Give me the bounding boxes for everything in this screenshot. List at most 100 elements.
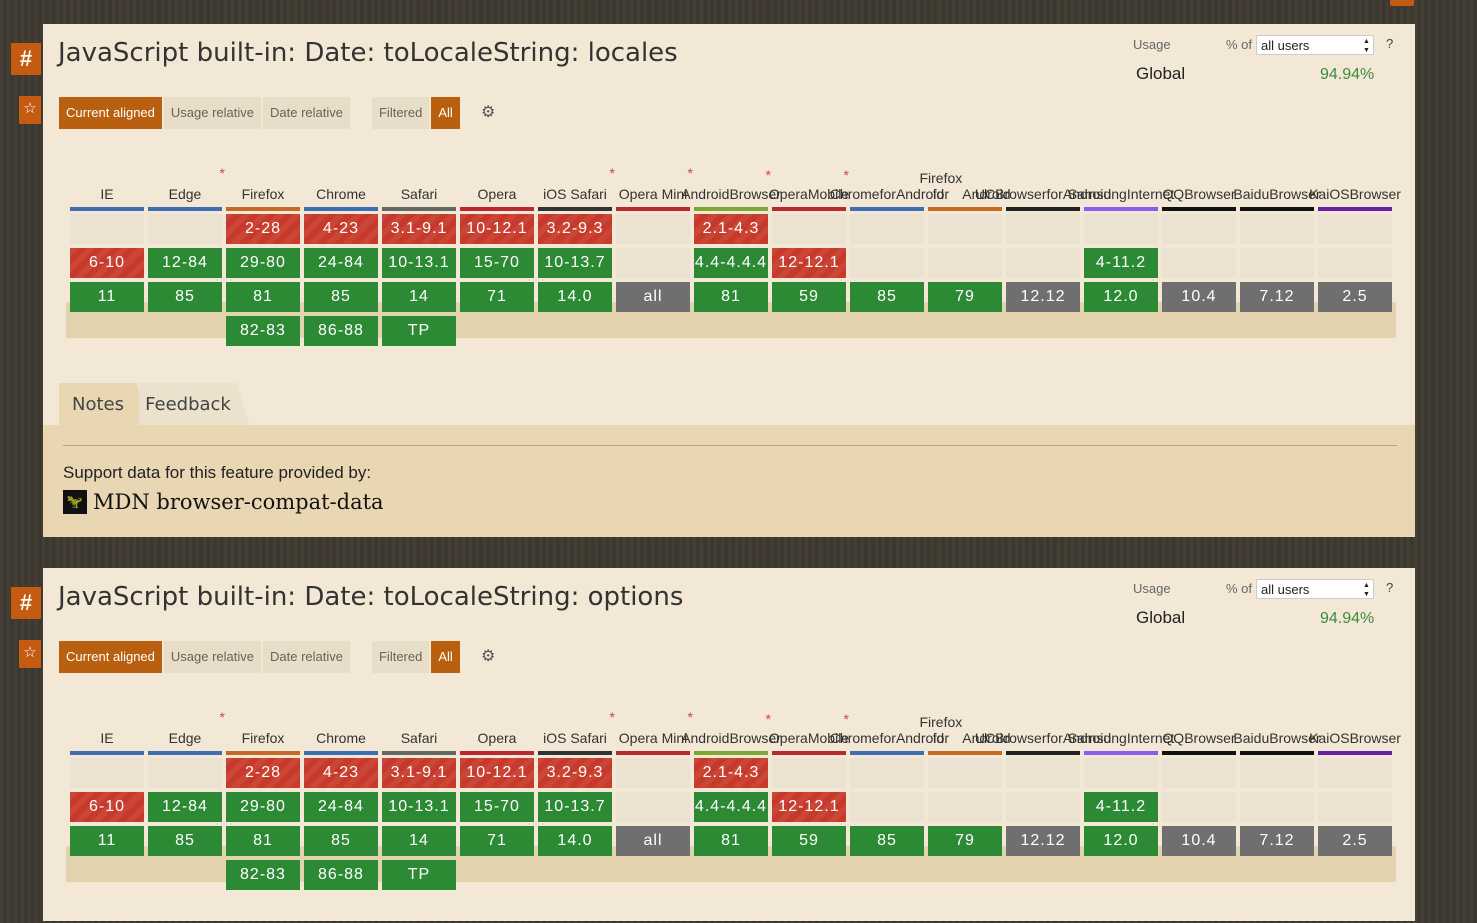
support-cell[interactable]: all bbox=[616, 826, 690, 856]
users-select[interactable]: all users ▲▼ bbox=[1256, 579, 1374, 599]
browser-header[interactable]: Samsung Internet bbox=[1068, 144, 1175, 202]
support-cell[interactable]: 10.4 bbox=[1162, 282, 1236, 312]
browser-header[interactable]: Android Browser bbox=[681, 688, 781, 746]
support-cell[interactable]: 2-28 bbox=[226, 758, 300, 788]
current-aligned-button[interactable]: Current aligned bbox=[59, 641, 162, 673]
support-cell[interactable] bbox=[1318, 792, 1392, 822]
filtered-button[interactable]: Filtered bbox=[371, 97, 430, 129]
support-cell[interactable]: 12.0 bbox=[1084, 826, 1158, 856]
browser-header[interactable]: Edge bbox=[148, 688, 222, 746]
support-cell[interactable]: 4-11.2 bbox=[1084, 248, 1158, 278]
support-cell[interactable]: 7.12 bbox=[1240, 826, 1314, 856]
support-cell[interactable]: 85 bbox=[148, 282, 222, 312]
support-cell[interactable]: 14 bbox=[382, 826, 456, 856]
support-cell[interactable] bbox=[148, 758, 222, 788]
support-cell[interactable]: 6-10 bbox=[70, 248, 144, 278]
support-cell[interactable]: 2.1-4.3 bbox=[694, 214, 768, 244]
support-cell[interactable]: 2.1-4.3 bbox=[694, 758, 768, 788]
tab-feedback[interactable]: Feedback bbox=[139, 383, 249, 425]
bookmark-star-icon[interactable]: ☆ bbox=[19, 640, 41, 668]
support-cell[interactable]: 10-13.1 bbox=[382, 792, 456, 822]
browser-header[interactable]: iOS Safari bbox=[538, 688, 612, 746]
support-cell[interactable] bbox=[1240, 792, 1314, 822]
support-cell[interactable]: 10-12.1 bbox=[460, 758, 534, 788]
support-cell[interactable]: 85 bbox=[304, 826, 378, 856]
support-cell[interactable]: 11 bbox=[70, 282, 144, 312]
support-cell[interactable]: 2.5 bbox=[1318, 826, 1392, 856]
support-cell[interactable] bbox=[850, 792, 924, 822]
settings-gear-icon[interactable]: ⚙ bbox=[481, 102, 495, 122]
support-cell[interactable]: 12-12.1 bbox=[772, 792, 846, 822]
support-cell[interactable] bbox=[1162, 214, 1236, 244]
bookmark-star-icon[interactable]: ☆ bbox=[19, 96, 41, 124]
support-cell[interactable]: 15-70 bbox=[460, 248, 534, 278]
permalink-hash-button[interactable]: # bbox=[11, 587, 41, 619]
support-cell[interactable] bbox=[70, 214, 144, 244]
support-cell[interactable]: 29-80 bbox=[226, 248, 300, 278]
support-cell[interactable]: 81 bbox=[694, 282, 768, 312]
support-cell[interactable]: 79 bbox=[928, 282, 1002, 312]
support-cell[interactable] bbox=[1006, 248, 1080, 278]
support-cell[interactable]: 81 bbox=[694, 826, 768, 856]
browser-header[interactable]: IE bbox=[70, 144, 144, 202]
browser-header[interactable]: IE bbox=[70, 688, 144, 746]
support-cell[interactable]: 4-11.2 bbox=[1084, 792, 1158, 822]
support-cell[interactable]: 29-80 bbox=[226, 792, 300, 822]
support-cell[interactable] bbox=[616, 758, 690, 788]
usage-relative-button[interactable]: Usage relative bbox=[163, 97, 261, 129]
support-cell[interactable] bbox=[928, 792, 1002, 822]
support-cell[interactable]: 4-23 bbox=[304, 214, 378, 244]
support-cell[interactable]: 12-84 bbox=[148, 792, 222, 822]
support-cell[interactable] bbox=[1240, 248, 1314, 278]
browser-header[interactable]: Samsung Internet bbox=[1068, 688, 1175, 746]
support-cell[interactable] bbox=[616, 248, 690, 278]
support-cell[interactable] bbox=[772, 214, 846, 244]
support-cell[interactable] bbox=[1162, 792, 1236, 822]
support-cell[interactable]: 14.0 bbox=[538, 826, 612, 856]
browser-header[interactable]: Chrome for Android bbox=[830, 144, 944, 202]
browser-header[interactable]: Chrome for Android bbox=[830, 688, 944, 746]
browser-header[interactable]: Safari bbox=[382, 144, 456, 202]
support-cell[interactable] bbox=[1084, 758, 1158, 788]
support-cell[interactable]: 14 bbox=[382, 282, 456, 312]
browser-header[interactable]: Android Browser bbox=[681, 144, 781, 202]
support-cell[interactable]: 10-13.1 bbox=[382, 248, 456, 278]
support-cell[interactable]: 82-83 bbox=[226, 860, 300, 890]
support-cell[interactable]: 4.4-4.4.4 bbox=[694, 248, 768, 278]
support-cell[interactable]: 3.2-9.3 bbox=[538, 758, 612, 788]
support-cell[interactable]: 24-84 bbox=[304, 792, 378, 822]
settings-gear-icon[interactable]: ⚙ bbox=[481, 646, 495, 666]
current-aligned-button[interactable]: Current aligned bbox=[59, 97, 162, 129]
support-cell[interactable] bbox=[1162, 248, 1236, 278]
usage-relative-button[interactable]: Usage relative bbox=[163, 641, 261, 673]
support-cell[interactable] bbox=[928, 214, 1002, 244]
browser-header[interactable]: Chrome bbox=[304, 688, 378, 746]
support-cell[interactable]: 24-84 bbox=[304, 248, 378, 278]
permalink-hash-button[interactable]: # bbox=[11, 43, 41, 75]
mdn-link[interactable]: 🦖 MDN browser-compat-data bbox=[63, 489, 384, 515]
support-cell[interactable] bbox=[148, 214, 222, 244]
support-cell[interactable]: 85 bbox=[850, 282, 924, 312]
support-cell[interactable]: 11 bbox=[70, 826, 144, 856]
browser-header[interactable]: Baidu Browser bbox=[1233, 144, 1320, 202]
support-cell[interactable] bbox=[928, 758, 1002, 788]
support-cell[interactable]: 12.0 bbox=[1084, 282, 1158, 312]
browser-header[interactable]: QQ Browser bbox=[1162, 144, 1236, 202]
browser-header[interactable]: KaiOS Browser bbox=[1309, 144, 1401, 202]
browser-header[interactable]: Chrome bbox=[304, 144, 378, 202]
support-cell[interactable]: 3.2-9.3 bbox=[538, 214, 612, 244]
browser-header[interactable]: Firefox bbox=[226, 144, 300, 202]
support-cell[interactable] bbox=[1240, 758, 1314, 788]
browser-header[interactable]: Opera Mini bbox=[616, 688, 690, 746]
support-cell[interactable]: 79 bbox=[928, 826, 1002, 856]
help-button[interactable]: ? bbox=[1386, 580, 1393, 595]
support-cell[interactable]: 12-84 bbox=[148, 248, 222, 278]
support-cell[interactable]: 59 bbox=[772, 826, 846, 856]
date-relative-button[interactable]: Date relative bbox=[263, 641, 350, 673]
support-cell[interactable]: 3.1-9.1 bbox=[382, 214, 456, 244]
support-cell[interactable] bbox=[1162, 758, 1236, 788]
support-cell[interactable]: 59 bbox=[772, 282, 846, 312]
support-cell[interactable] bbox=[850, 248, 924, 278]
support-cell[interactable]: TP bbox=[382, 860, 456, 890]
browser-header[interactable]: Opera Mini bbox=[616, 144, 690, 202]
